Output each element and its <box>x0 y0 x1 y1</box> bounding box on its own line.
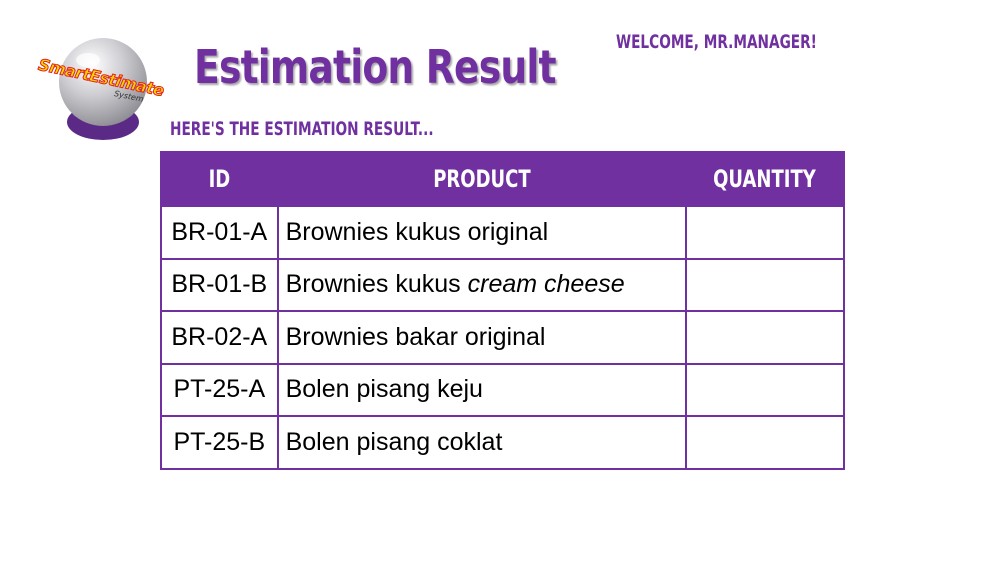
product-name-cell: Brownies kukus original <box>276 205 688 260</box>
table-row: BR-02-A Brownies bakar original <box>160 310 845 365</box>
product-name-cell: Bolen pisang coklat <box>276 415 688 470</box>
product-id-cell: PT-25-A <box>160 362 279 417</box>
table-row: PT-25-B Bolen pisang coklat <box>160 415 845 470</box>
table-row: BR-01-A Brownies kukus original <box>160 205 845 260</box>
table-row: PT-25-A Bolen pisang keju <box>160 362 845 417</box>
product-id-cell: BR-01-A <box>160 205 279 260</box>
result-subtitle: HERE'S THE ESTIMATION RESULT... <box>170 118 434 140</box>
product-id-cell: BR-02-A <box>160 310 279 365</box>
table-row: BR-01-B Brownies kukus cream cheese <box>160 257 845 312</box>
product-name-cell: Bolen pisang keju <box>276 362 688 417</box>
quantity-cell <box>685 257 845 312</box>
estimation-result-table: ID PRODUCT QUANTITY BR-01-A Brownies kuk… <box>160 151 845 470</box>
table-header-row: ID PRODUCT QUANTITY <box>161 152 844 206</box>
welcome-message: WELCOME, MR.MANAGER! <box>616 31 817 53</box>
product-name-cell: Brownies kukus cream cheese <box>276 257 688 312</box>
page-title: Estimation Result <box>194 40 557 94</box>
quantity-cell <box>685 362 845 417</box>
product-name-cell: Brownies bakar original <box>276 310 688 365</box>
smartestimate-logo: SmartEstimate System <box>36 30 166 142</box>
quantity-cell <box>685 310 845 365</box>
quantity-cell <box>685 205 845 260</box>
product-id-cell: PT-25-B <box>160 415 279 470</box>
column-header-id: ID <box>161 152 278 206</box>
column-header-product: PRODUCT <box>277 152 687 206</box>
quantity-cell <box>685 415 845 470</box>
column-header-quantity: QUANTITY <box>686 152 844 206</box>
product-id-cell: BR-01-B <box>160 257 279 312</box>
